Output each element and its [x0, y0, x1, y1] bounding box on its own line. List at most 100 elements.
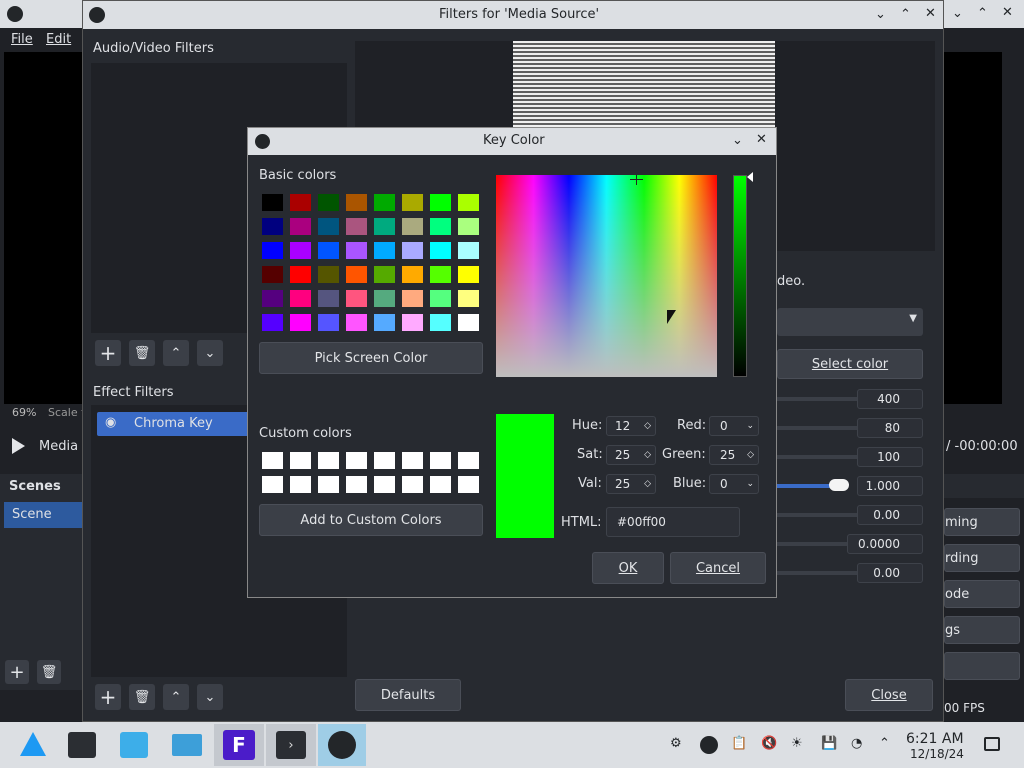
key-color-type-dropdown[interactable]: ▼: [777, 308, 923, 336]
volume-muted-icon[interactable]: 🔇: [761, 736, 779, 754]
basic-color-swatch[interactable]: [262, 242, 283, 259]
remove-effect-filter-button[interactable]: 🗑: [129, 684, 155, 710]
scene-item[interactable]: Scene: [4, 502, 82, 528]
basic-color-swatch[interactable]: [290, 314, 311, 331]
add-effect-filter-button[interactable]: +: [95, 684, 121, 710]
color-spectrum[interactable]: [496, 175, 717, 377]
effect-filter-item[interactable]: ◉ Chroma Key: [97, 412, 257, 436]
menu-edit[interactable]: Edit: [46, 32, 71, 47]
close-icon[interactable]: ✕: [925, 6, 936, 21]
maximize-icon[interactable]: ⌃: [977, 6, 988, 21]
custom-color-swatch[interactable]: [318, 476, 339, 493]
move-up-effect-button[interactable]: ⌃: [163, 684, 189, 710]
slider-contrast[interactable]: [777, 513, 861, 517]
remove-av-filter-button[interactable]: 🗑: [129, 340, 155, 366]
show-desktop-icon[interactable]: [984, 737, 1000, 751]
custom-color-swatch[interactable]: [318, 452, 339, 469]
exit-button[interactable]: [944, 652, 1020, 680]
val-spinbox[interactable]: 25 ◇: [606, 474, 656, 494]
select-color-button[interactable]: Select color: [777, 349, 923, 379]
brightness-icon[interactable]: ☀: [791, 736, 809, 754]
basic-color-swatch[interactable]: [430, 218, 451, 235]
basic-color-swatch[interactable]: [290, 266, 311, 283]
basic-color-swatch[interactable]: [262, 314, 283, 331]
basic-color-swatch[interactable]: [402, 314, 423, 331]
basic-color-swatch[interactable]: [430, 266, 451, 283]
basic-color-swatch[interactable]: [262, 218, 283, 235]
move-up-av-button[interactable]: ⌃: [163, 340, 189, 366]
red-spinbox[interactable]: 0 ⌄: [709, 416, 759, 436]
basic-color-swatch[interactable]: [458, 242, 479, 259]
basic-color-swatch[interactable]: [458, 314, 479, 331]
performance-icon[interactable]: ◔: [851, 736, 869, 754]
custom-color-swatch[interactable]: [430, 452, 451, 469]
basic-color-swatch[interactable]: [458, 194, 479, 211]
obs-task-tab[interactable]: [318, 724, 366, 766]
custom-color-swatch[interactable]: [458, 452, 479, 469]
app-f-icon-tab[interactable]: F: [214, 724, 264, 766]
blue-spinbox[interactable]: 0 ⌄: [709, 474, 759, 494]
basic-color-swatch[interactable]: [262, 266, 283, 283]
slider-spill[interactable]: [777, 455, 861, 459]
add-av-filter-button[interactable]: +: [95, 340, 121, 366]
value-slider[interactable]: [733, 175, 747, 377]
studio-mode-button[interactable]: ode: [944, 580, 1020, 608]
custom-color-swatch[interactable]: [402, 452, 423, 469]
discover-store-icon[interactable]: [120, 732, 148, 758]
smoothness-spinbox[interactable]: 80: [857, 418, 923, 438]
move-down-effect-button[interactable]: ⌄: [197, 684, 223, 710]
app-launcher-icon[interactable]: [20, 732, 46, 756]
basic-color-swatch[interactable]: [458, 218, 479, 235]
basic-color-swatch[interactable]: [318, 194, 339, 211]
basic-color-swatch[interactable]: [402, 218, 423, 235]
expand-tray-icon[interactable]: ⌃: [879, 736, 897, 754]
basic-color-swatch[interactable]: [374, 218, 395, 235]
basic-color-swatch[interactable]: [402, 290, 423, 307]
hue-spinbox[interactable]: 12 ◇: [606, 416, 656, 436]
clock-time[interactable]: 6:21 AM: [906, 731, 964, 747]
custom-color-swatch[interactable]: [430, 476, 451, 493]
basic-color-swatch[interactable]: [430, 290, 451, 307]
basic-color-swatch[interactable]: [318, 290, 339, 307]
custom-color-swatch[interactable]: [346, 452, 367, 469]
green-spinbox[interactable]: 25 ◇: [709, 445, 759, 465]
ok-button[interactable]: OK: [592, 552, 664, 584]
slider-opacity-handle[interactable]: [829, 479, 849, 491]
value-slider-arrow-icon[interactable]: [747, 172, 753, 182]
basic-color-swatch[interactable]: [430, 194, 451, 211]
add-to-custom-colors-button[interactable]: Add to Custom Colors: [259, 504, 483, 536]
custom-color-swatch[interactable]: [262, 452, 283, 469]
cancel-button[interactable]: Cancel: [670, 552, 766, 584]
basic-color-swatch[interactable]: [290, 218, 311, 235]
basic-color-swatch[interactable]: [374, 242, 395, 259]
basic-color-swatch[interactable]: [402, 194, 423, 211]
pick-screen-color-button[interactable]: Pick Screen Color: [259, 342, 483, 374]
add-scene-button[interactable]: +: [5, 660, 29, 684]
basic-color-swatch[interactable]: [346, 218, 367, 235]
custom-color-swatch[interactable]: [262, 476, 283, 493]
basic-color-swatch[interactable]: [458, 290, 479, 307]
defaults-button[interactable]: Defaults: [355, 679, 461, 711]
basic-color-swatch[interactable]: [402, 242, 423, 259]
custom-color-swatch[interactable]: [458, 476, 479, 493]
custom-color-swatch[interactable]: [402, 476, 423, 493]
contrast-spinbox[interactable]: 0.00: [857, 505, 923, 525]
html-input[interactable]: #00ff00: [606, 507, 740, 537]
slider-gamma[interactable]: [777, 571, 861, 575]
basic-color-swatch[interactable]: [458, 266, 479, 283]
file-manager-icon[interactable]: [172, 734, 202, 756]
minimize-icon[interactable]: ⌄: [952, 6, 963, 21]
basic-color-swatch[interactable]: [374, 194, 395, 211]
custom-color-swatch[interactable]: [346, 476, 367, 493]
custom-color-swatch[interactable]: [374, 476, 395, 493]
sat-spinbox[interactable]: 25 ◇: [606, 445, 656, 465]
storage-icon[interactable]: 💾: [821, 736, 839, 754]
custom-color-swatch[interactable]: [290, 476, 311, 493]
basic-color-swatch[interactable]: [290, 242, 311, 259]
recording-button[interactable]: rding: [944, 544, 1020, 572]
settings-button[interactable]: gs: [944, 616, 1020, 644]
move-down-av-button[interactable]: ⌄: [197, 340, 223, 366]
steam-icon[interactable]: ⚙: [670, 736, 688, 754]
basic-color-swatch[interactable]: [374, 266, 395, 283]
spill-spinbox[interactable]: 100: [857, 447, 923, 467]
